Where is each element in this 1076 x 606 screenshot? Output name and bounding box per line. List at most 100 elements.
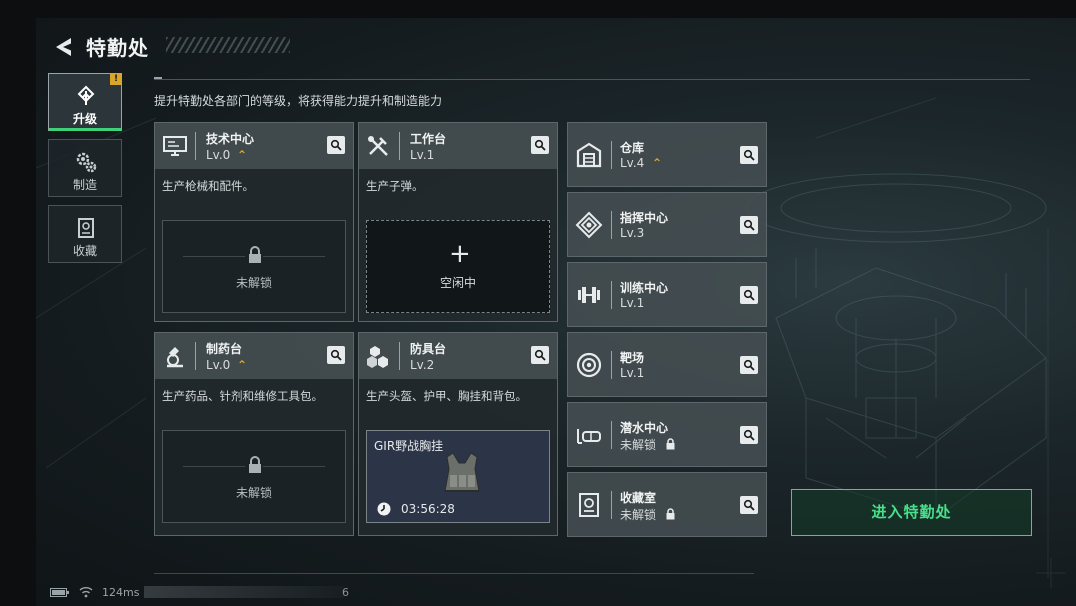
search-icon — [743, 429, 755, 441]
battery-icon — [50, 588, 69, 597]
card-training-center[interactable]: 训练中心 Lv.1 — [567, 262, 767, 327]
vault-icon — [579, 493, 599, 517]
blocks-icon — [367, 346, 388, 368]
ping-readout: 124ms — [102, 586, 140, 599]
card-title: 制药台 — [206, 342, 243, 356]
search-icon — [330, 349, 342, 361]
card-level: Lv.1 — [620, 366, 645, 380]
back-arrow-icon[interactable] — [50, 34, 76, 60]
search-button[interactable] — [740, 216, 758, 234]
card-shooting-range[interactable]: 靶场 Lv.1 — [567, 332, 767, 397]
header-separator — [399, 342, 400, 370]
search-button[interactable] — [327, 346, 345, 364]
dumbbell-icon — [578, 287, 600, 303]
nav-label-craft: 制造 — [72, 178, 97, 192]
warehouse-icon — [576, 142, 602, 168]
search-icon — [534, 139, 546, 151]
card-level: Lv.0 — [206, 148, 231, 162]
nav-tab-craft[interactable]: 制造 — [48, 139, 122, 197]
card-level: Lv.0 — [206, 358, 231, 372]
active-indicator — [49, 128, 121, 131]
add-icon: + — [449, 239, 471, 269]
target-icon — [576, 352, 602, 378]
card-status: 未解锁 — [620, 438, 657, 452]
slot-line — [183, 466, 245, 467]
card-level: Lv.3 — [620, 226, 645, 240]
search-button[interactable] — [740, 286, 758, 304]
nav-label-collection: 收藏 — [72, 244, 97, 258]
upgrade-arrow-icon: ⌃ — [652, 156, 663, 170]
slot-line — [263, 256, 325, 257]
header-separator — [611, 351, 612, 379]
upgrade-icon — [77, 85, 95, 105]
production-slot-idle[interactable]: + 空闲中 — [366, 220, 550, 313]
card-title: 训练中心 — [620, 281, 669, 295]
search-button[interactable] — [531, 346, 549, 364]
upgrade-arrow-icon: ⌃ — [237, 148, 248, 162]
production-timer: 03:56:28 — [401, 502, 455, 516]
header-separator — [611, 141, 612, 169]
divider — [154, 79, 1030, 80]
header: 特勤处 — [46, 32, 290, 62]
card-command-center[interactable]: 指挥中心 Lv.3 — [567, 192, 767, 257]
search-icon — [743, 499, 755, 511]
card-title: 指挥中心 — [620, 211, 669, 225]
screen: 特勤处 升级 ! 制造 收藏 提升特勤处各部门的等级，将获得能力提升和制造能力 — [0, 0, 1076, 606]
card-title: 技术中心 — [206, 132, 255, 146]
card-collection-room[interactable]: 收藏室 未解锁 — [567, 472, 767, 537]
slot-status: 未解锁 — [235, 486, 272, 500]
card-diving-center[interactable]: 潜水中心 未解锁 — [567, 402, 767, 467]
card-title: 靶场 — [620, 351, 645, 365]
gears-icon — [76, 152, 97, 173]
lock-icon — [666, 508, 675, 520]
card-header: 技术中心 Lv.0 ⌃ — [155, 123, 353, 169]
card-description: 生产枪械和配件。 — [162, 179, 254, 193]
search-icon — [743, 149, 755, 161]
header-separator — [611, 421, 612, 449]
header-separator — [611, 491, 612, 519]
page-title: 特勤处 — [86, 36, 149, 60]
card-title: 工作台 — [410, 132, 447, 146]
status-bar: 124ms 6 — [0, 575, 1076, 606]
tools-icon — [368, 136, 388, 156]
nav-tab-collection[interactable]: 收藏 — [48, 205, 122, 263]
nav-tab-upgrade[interactable]: 升级 ! — [48, 73, 122, 131]
diving-mask-icon — [577, 429, 601, 444]
card-header: 防具台 Lv.2 — [359, 333, 557, 379]
slot-status: 空闲中 — [439, 276, 476, 290]
collection-icon — [78, 218, 94, 238]
status-number: 6 — [342, 586, 349, 599]
lock-icon — [249, 456, 261, 473]
card-header: 工作台 Lv.1 — [359, 123, 557, 169]
card-tech-center[interactable]: 技术中心 Lv.0 ⌃ 生产枪械和配件。 未解锁 — [154, 122, 354, 322]
title-decoration — [166, 37, 290, 53]
card-level: Lv.2 — [410, 358, 435, 372]
card-title: 收藏室 — [620, 491, 657, 505]
production-slot-active[interactable]: GIR野战胸挂 03:56:28 — [366, 430, 550, 523]
lock-icon — [249, 246, 261, 263]
divider — [154, 573, 754, 574]
divider-tick — [154, 77, 162, 79]
card-workbench[interactable]: 工作台 Lv.1 生产子弹。 + 空闲中 — [358, 122, 558, 322]
timer-icon — [377, 502, 391, 516]
card-title: 防具台 — [410, 342, 447, 356]
status-trail — [144, 586, 344, 598]
card-header: 制药台 Lv.0 ⌃ — [155, 333, 353, 379]
header-separator — [399, 132, 400, 160]
search-button[interactable] — [531, 136, 549, 154]
search-button[interactable] — [740, 496, 758, 514]
card-description: 生产头盔、护甲、胸挂和背包。 — [366, 389, 527, 403]
card-warehouse[interactable]: 仓库 Lv.4 ⌃ — [567, 122, 767, 187]
enter-button[interactable]: 进入特勤处 — [791, 489, 1032, 536]
nav-label-upgrade: 升级 — [72, 112, 97, 126]
card-armor-bench[interactable]: 防具台 Lv.2 生产头盔、护甲、胸挂和背包。 GIR野战胸挂 03:56:28 — [358, 332, 558, 536]
production-slot-locked: 未解锁 — [162, 220, 346, 313]
microscope-icon — [167, 347, 183, 368]
header-separator — [195, 342, 196, 370]
search-button[interactable] — [740, 426, 758, 444]
search-button[interactable] — [327, 136, 345, 154]
search-button[interactable] — [740, 356, 758, 374]
game-viewport: 特勤处 升级 ! 制造 收藏 提升特勤处各部门的等级，将获得能力提升和制造能力 — [36, 18, 1076, 606]
search-button[interactable] — [740, 146, 758, 164]
card-pharmacy[interactable]: 制药台 Lv.0 ⌃ 生产药品、针剂和维修工具包。 未解锁 — [154, 332, 354, 536]
